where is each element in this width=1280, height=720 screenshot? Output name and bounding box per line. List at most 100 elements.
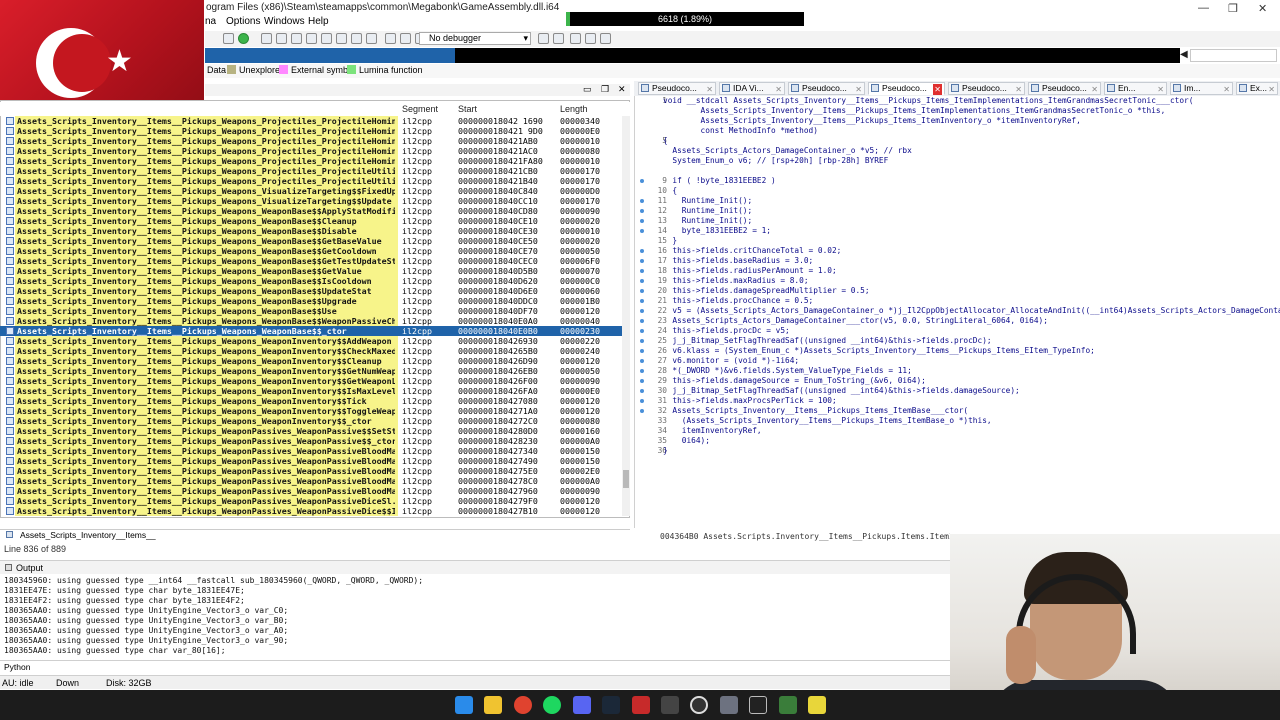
function-row[interactable]: Assets_Scripts_Inventory__Items__Pickups… — [0, 196, 622, 206]
close-icon[interactable]: ✕ — [1258, 2, 1267, 15]
function-row[interactable]: Assets_Scripts_Inventory__Items__Pickups… — [0, 396, 622, 406]
function-row[interactable]: Assets_Scripts_Inventory__Items__Pickups… — [0, 466, 622, 476]
toolbar-icon-4[interactable] — [276, 33, 287, 44]
function-row[interactable]: Assets_Scripts_Inventory__Items__Pickups… — [0, 236, 622, 246]
code-line[interactable]: 33 (Assets_Scripts_Inventory__Items__Pic… — [635, 416, 1280, 426]
file-explorer-icon[interactable] — [484, 696, 502, 714]
functions-scrollbar[interactable] — [622, 116, 630, 516]
function-row[interactable]: Assets_Scripts_Inventory__Items__Pickups… — [0, 276, 622, 286]
code-line[interactable]: 14 byte_1831EEBE2 = 1; — [635, 226, 1280, 236]
close-tab-icon[interactable]: ✕ — [1268, 84, 1275, 95]
column-length[interactable]: Length — [560, 104, 588, 114]
code-line[interactable]: System_Enum_o v6; // [rsp+20h] [rbp-28h]… — [635, 156, 1280, 166]
function-row[interactable]: Assets_Scripts_Inventory__Items__Pickups… — [0, 166, 622, 176]
toolbar-icon-3[interactable] — [261, 33, 272, 44]
code-line[interactable]: 31 this->fields.maxProcsPerTick = 100; — [635, 396, 1280, 406]
tab-pseudocode[interactable]: En... ✕ — [1104, 82, 1167, 95]
toolbar-icon-18[interactable] — [600, 33, 611, 44]
discord-icon[interactable] — [573, 696, 591, 714]
code-line[interactable]: 22 v5 = (Assets_Scripts_Actors_DamageCon… — [635, 306, 1280, 316]
code-line[interactable]: Assets_Scripts_Actors_DamageContainer_o … — [635, 146, 1280, 156]
code-line[interactable]: 21 this->fields.procChance = 0.5; — [635, 296, 1280, 306]
code-line[interactable]: 13 Runtime_Init(); — [635, 216, 1280, 226]
code-line[interactable]: 17 this->fields.baseRadius = 3.0; — [635, 256, 1280, 266]
function-row[interactable]: Assets_Scripts_Inventory__Items__Pickups… — [0, 326, 622, 336]
code-line[interactable]: 5{ — [635, 136, 1280, 146]
tab-pseudocode[interactable]: Pseudoco... ✕ — [788, 82, 865, 95]
code-line[interactable]: 27 v6.monitor = (void *)-1i64; — [635, 356, 1280, 366]
pause-icon[interactable] — [400, 33, 411, 44]
debugger-select[interactable]: No debugger ▾ — [419, 32, 531, 45]
function-row[interactable]: Assets_Scripts_Inventory__Items__Pickups… — [0, 286, 622, 296]
code-line[interactable]: 10 { — [635, 186, 1280, 196]
function-row[interactable]: Assets_Scripts_Inventory__Items__Pickups… — [0, 436, 622, 446]
code-line[interactable]: 26 v6.klass = (System_Enum_c *)Assets_Sc… — [635, 346, 1280, 356]
toolbar-icon-1[interactable] — [223, 33, 234, 44]
app-icon-7[interactable] — [661, 696, 679, 714]
function-row[interactable]: Assets_Scripts_Inventory__Items__Pickups… — [0, 256, 622, 266]
code-line[interactable]: 35 0i64); — [635, 436, 1280, 446]
chrome-icon[interactable] — [514, 696, 532, 714]
play-icon[interactable] — [385, 33, 396, 44]
toolbar-icon-15[interactable] — [553, 33, 564, 44]
ida-icon[interactable] — [720, 696, 738, 714]
function-row[interactable]: Assets_Scripts_Inventory__Items__Pickups… — [0, 176, 622, 186]
code-line[interactable]: 16 this->fields.critChanceTotal = 0.02; — [635, 246, 1280, 256]
code-line[interactable]: 36} — [635, 446, 1280, 456]
function-row[interactable]: Assets_Scripts_Inventory__Items__Pickups… — [0, 356, 622, 366]
tab-pseudocode[interactable]: Pseudoco... ✕ — [948, 82, 1025, 95]
code-line[interactable]: 25 j_j_Bitmap_SetFlagThreadSaf((unsigned… — [635, 336, 1280, 346]
function-row[interactable]: Assets_Scripts_Inventory__Items__Pickups… — [0, 336, 622, 346]
code-line[interactable]: 15 } — [635, 236, 1280, 246]
code-line[interactable]: 23 Assets_Scripts_Actors_DamageContainer… — [635, 316, 1280, 326]
code-line[interactable]: 18 this->fields.radiusPerAmount = 1.0; — [635, 266, 1280, 276]
function-row[interactable]: Assets_Scripts_Inventory__Items__Pickups… — [0, 186, 622, 196]
close-tab-icon[interactable]: ✕ — [1223, 84, 1230, 95]
pseudocode-view[interactable]: 1 void __stdcall Assets_Scripts_Inventory… — [634, 96, 1280, 528]
functions-filter[interactable]: Assets_Scripts_Inventory__Items__ — [0, 529, 630, 541]
menu-item-windows[interactable]: Windows — [264, 16, 305, 27]
function-row[interactable]: Assets_Scripts_Inventory__Items__Pickups… — [0, 446, 622, 456]
function-row[interactable]: Assets_Scripts_Inventory__Items__Pickups… — [0, 346, 622, 356]
close-panel-icon[interactable]: ✕ — [618, 84, 626, 95]
function-row[interactable]: Assets_Scripts_Inventory__Items__Pickups… — [0, 296, 622, 306]
code-line[interactable]: 24 this->fields.procDc = v5; — [635, 326, 1280, 336]
python-console[interactable]: Python — [0, 660, 950, 672]
float-icon[interactable]: ❐ — [601, 84, 609, 95]
minimize-icon[interactable]: — — [1198, 2, 1209, 14]
close-tab-icon[interactable]: ✕ — [775, 84, 782, 95]
menu-item-help[interactable]: Help — [308, 16, 329, 27]
tab-pseudocode[interactable]: Pseudoco... ✕ — [868, 82, 945, 95]
nav-arrow-icon[interactable]: ◀ — [1180, 49, 1188, 60]
spotify-icon[interactable] — [543, 696, 561, 714]
toolbar-icon-9[interactable] — [351, 33, 362, 44]
toolbar-icon-7[interactable] — [321, 33, 332, 44]
code-line[interactable] — [635, 166, 1280, 176]
code-line[interactable]: const MethodInfo *method) — [635, 126, 1280, 136]
function-row[interactable]: Assets_Scripts_Inventory__Items__Pickups… — [0, 496, 622, 506]
functions-list[interactable]: Assets_Scripts_Inventory__Items__Pickups… — [0, 116, 622, 516]
function-row[interactable]: Assets_Scripts_Inventory__Items__Pickups… — [0, 156, 622, 166]
function-row[interactable]: Assets_Scripts_Inventory__Items__Pickups… — [0, 426, 622, 436]
start-icon[interactable] — [455, 696, 473, 714]
toolbar-icon-14[interactable] — [538, 33, 549, 44]
function-row[interactable]: Assets_Scripts_Inventory__Items__Pickups… — [0, 486, 622, 496]
code-line[interactable]: 20 this->fields.damageSpreadMultiplier =… — [635, 286, 1280, 296]
steam-icon[interactable] — [602, 696, 620, 714]
code-line[interactable]: 19 this->fields.maxRadius = 8.0; — [635, 276, 1280, 286]
toolbar-icon-6[interactable] — [306, 33, 317, 44]
function-row[interactable]: Assets_Scripts_Inventory__Items__Pickups… — [0, 116, 622, 126]
column-segment[interactable]: Segment — [402, 104, 438, 114]
code-line[interactable]: 30 j_j_Bitmap_SetFlagThreadSaf((unsigned… — [635, 386, 1280, 396]
notepad-icon[interactable] — [779, 696, 797, 714]
code-line[interactable]: 29 this->fields.damageSource = Enum_ToSt… — [635, 376, 1280, 386]
code-line[interactable]: Assets_Scripts_Inventory__Items__Pickups… — [635, 106, 1280, 116]
code-line[interactable]: Assets_Scripts_Inventory__Items__Pickups… — [635, 116, 1280, 126]
function-row[interactable]: Assets_Scripts_Inventory__Items__Pickups… — [0, 126, 622, 136]
function-row[interactable]: Assets_Scripts_Inventory__Items__Pickups… — [0, 476, 622, 486]
function-row[interactable]: Assets_Scripts_Inventory__Items__Pickups… — [0, 506, 622, 516]
function-row[interactable]: Assets_Scripts_Inventory__Items__Pickups… — [0, 146, 622, 156]
function-row[interactable]: Assets_Scripts_Inventory__Items__Pickups… — [0, 306, 622, 316]
function-row[interactable]: Assets_Scripts_Inventory__Items__Pickups… — [0, 406, 622, 416]
menu-item-options[interactable]: Options — [226, 16, 260, 27]
